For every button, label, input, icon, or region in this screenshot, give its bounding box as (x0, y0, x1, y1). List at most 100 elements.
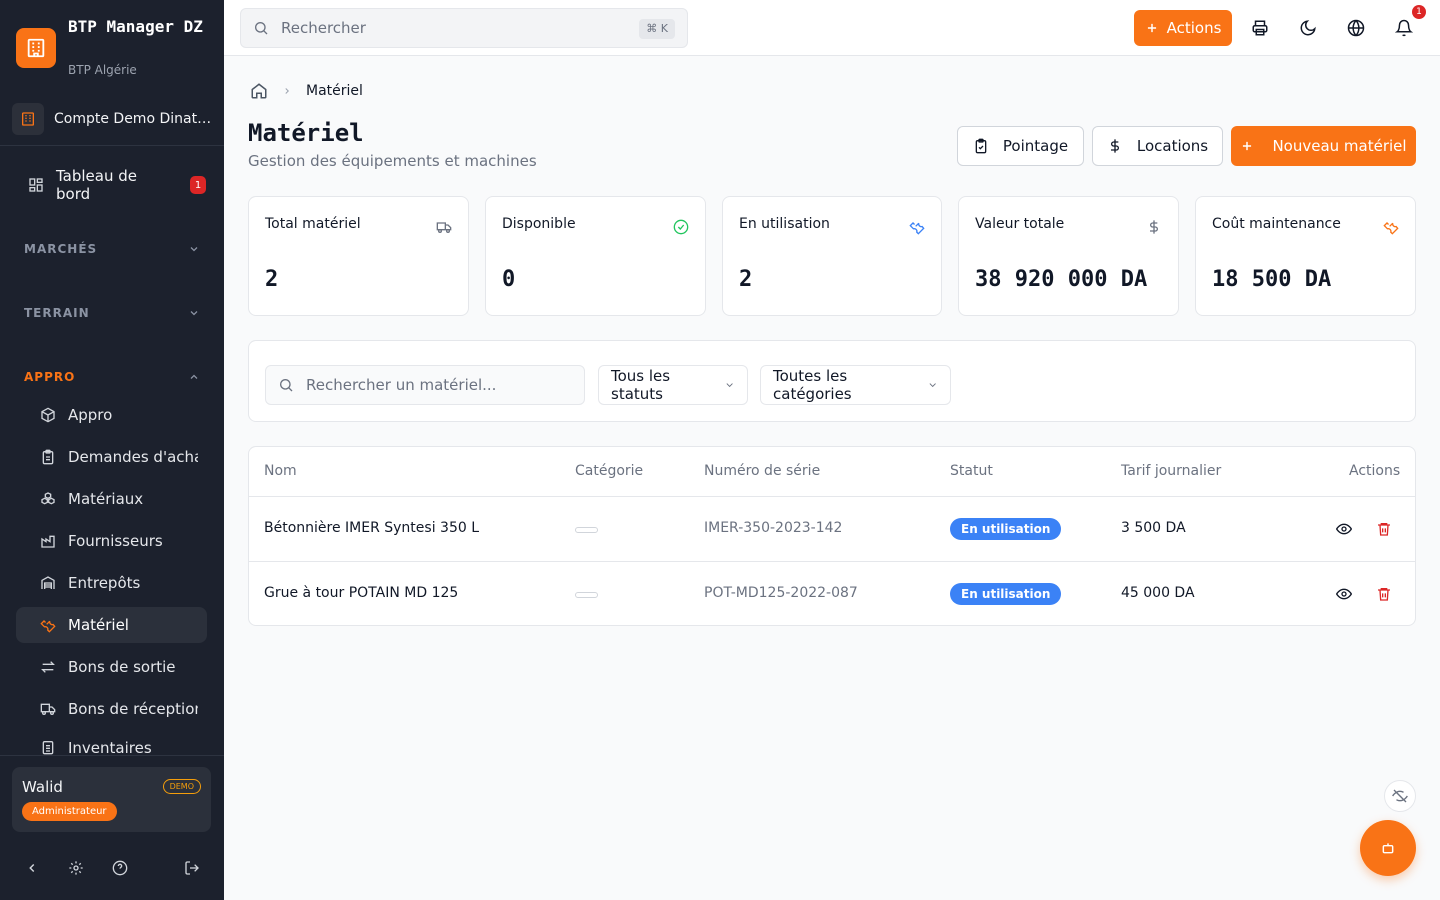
chevron-down-icon (726, 383, 733, 388)
chevron-left-icon[interactable] (22, 858, 42, 878)
status-badge: En utilisation (950, 518, 1062, 540)
arrows-left-right-icon (41, 661, 55, 673)
sidebar-item-bons-reception[interactable]: Bons de réception (16, 691, 207, 727)
search-placeholder: Rechercher un matériel... (306, 376, 497, 394)
boxes-icon (41, 492, 55, 505)
filter-bar: Rechercher un matériel... Tous les statu… (248, 340, 1416, 422)
actions-label: Actions (1166, 19, 1222, 37)
stat-card-total: Total matériel 2 (248, 196, 469, 316)
sidebar-item-bons-sortie[interactable]: Bons de sortie (16, 649, 207, 685)
stat-card-maintenance: Coût maintenance 18 500 DA (1195, 196, 1416, 316)
column-header[interactable]: Nom (264, 463, 297, 479)
account-switcher[interactable]: Compte Demo Dinatek (12, 102, 212, 136)
sidebar-item-fournisseurs[interactable]: Fournisseurs (16, 523, 207, 559)
logout-icon[interactable] (182, 858, 202, 878)
chevron-down-icon (929, 383, 936, 388)
user-card[interactable]: Walid DEMO Administrateur (12, 767, 211, 832)
trash-icon[interactable] (1374, 584, 1394, 604)
sidebar-item-label: Tableau de bord (56, 167, 138, 203)
row-name: Grue à tour POTAIN MD 125 (264, 585, 459, 601)
globe-icon[interactable] (1344, 16, 1368, 40)
pointage-label: Pointage (1002, 137, 1069, 155)
locations-button[interactable]: Locations (1092, 126, 1223, 166)
chevron-up-icon (190, 374, 198, 379)
user-name: Walid (22, 778, 63, 796)
column-header[interactable]: Statut (950, 463, 993, 479)
shortcut-hint: ⌘ K (639, 19, 675, 39)
sidebar-item-label: Bons de réception (68, 700, 198, 718)
search-icon (280, 379, 293, 392)
settings-icon[interactable] (66, 858, 86, 878)
category-select[interactable]: Toutes les catégories (760, 365, 951, 405)
global-search[interactable]: Rechercher ⌘ K (240, 8, 688, 48)
help-icon[interactable] (110, 858, 130, 878)
section-label: MARCHÉS (24, 242, 98, 256)
wrench-icon (909, 219, 925, 235)
stat-label: Coût maintenance (1212, 216, 1341, 232)
materiel-search-input[interactable]: Rechercher un matériel... (265, 365, 585, 405)
status-select-value: Tous les statuts (611, 367, 671, 403)
stat-value: 38 920 000 DA (975, 267, 1148, 292)
section-marches[interactable]: MARCHÉS (24, 239, 200, 259)
stat-label: En utilisation (739, 216, 830, 232)
sidebar-item-dashboard[interactable]: Tableau de bord 1 (16, 166, 206, 204)
row-rate: 3 500 DA (1121, 520, 1186, 536)
sidebar-item-label: Demandes d'achat (68, 448, 198, 466)
table-row[interactable]: Grue à tour POTAIN MD 125 POT-MD125-2022… (249, 561, 1415, 625)
locations-label: Locations (1136, 137, 1209, 155)
moon-icon[interactable] (1296, 16, 1320, 40)
truck-icon (40, 703, 56, 715)
chevron-right-icon (282, 86, 292, 96)
wrench-icon (1383, 219, 1399, 235)
sidebar-item-materiel[interactable]: Matériel (16, 607, 207, 643)
divider (0, 755, 224, 756)
eye-icon[interactable] (1334, 519, 1354, 539)
factory-icon (41, 535, 55, 548)
truck-icon (436, 219, 452, 235)
bell-icon[interactable] (1392, 16, 1416, 40)
new-materiel-button[interactable]: Nouveau matériel (1231, 126, 1416, 166)
sidebar-item-label: Fournisseurs (68, 532, 163, 550)
sidebar-item-inventaires[interactable]: Inventaires (16, 733, 207, 755)
section-terrain[interactable]: TERRAIN (24, 303, 200, 323)
stat-value: 18 500 DA (1212, 267, 1332, 292)
sidebar-item-label: Inventaires (68, 739, 152, 755)
row-serial: IMER-350-2023-142 (704, 520, 843, 536)
role-badge: Administrateur (22, 802, 117, 821)
package-icon (41, 407, 55, 423)
breadcrumb-current: Matériel (306, 83, 363, 99)
category-badge (575, 527, 598, 533)
clipboard-icon (42, 449, 54, 465)
page-subtitle: Gestion des équipements et machines (248, 152, 537, 170)
section-appro[interactable]: APPRO (24, 367, 200, 387)
eye-off-icon[interactable] (1384, 780, 1416, 812)
pointage-button[interactable]: Pointage (957, 126, 1084, 166)
actions-button[interactable]: Actions (1134, 10, 1232, 46)
column-header: Actions (1349, 463, 1401, 479)
sidebar-item-entrepots[interactable]: Entrepôts (16, 565, 207, 601)
column-header[interactable]: Tarif journalier (1121, 463, 1221, 479)
printer-icon[interactable] (1248, 16, 1272, 40)
brand[interactable]: BTP Manager DZ BTP Algérie (16, 14, 216, 84)
sidebar-item-label: Appro (68, 406, 113, 424)
column-header[interactable]: Numéro de série (704, 463, 820, 479)
search-icon (254, 22, 268, 35)
column-header[interactable]: Catégorie (575, 463, 643, 479)
sidebar-item-label: Matériel (68, 616, 129, 634)
home-icon[interactable] (250, 82, 268, 100)
table-row[interactable]: Bétonnière IMER Syntesi 350 L IMER-350-2… (249, 496, 1415, 561)
dollar-icon (1110, 139, 1119, 153)
sidebar-item-appro[interactable]: Appro (16, 397, 207, 433)
sidebar-item-materiaux[interactable]: Matériaux (16, 481, 207, 517)
row-name: Bétonnière IMER Syntesi 350 L (264, 520, 480, 536)
trash-icon[interactable] (1374, 519, 1394, 539)
eye-icon[interactable] (1334, 584, 1354, 604)
notification-badge: 1 (1412, 5, 1426, 19)
sidebar-item-demandes-achat[interactable]: Demandes d'achat (16, 439, 207, 475)
status-badge: En utilisation (950, 583, 1062, 605)
topbar: Rechercher ⌘ K Actions 1 (224, 0, 1440, 56)
plus-icon (1243, 141, 1252, 151)
stat-value: 2 (739, 267, 753, 292)
assistant-bot-button[interactable] (1360, 820, 1416, 876)
status-select[interactable]: Tous les statuts (598, 365, 748, 405)
